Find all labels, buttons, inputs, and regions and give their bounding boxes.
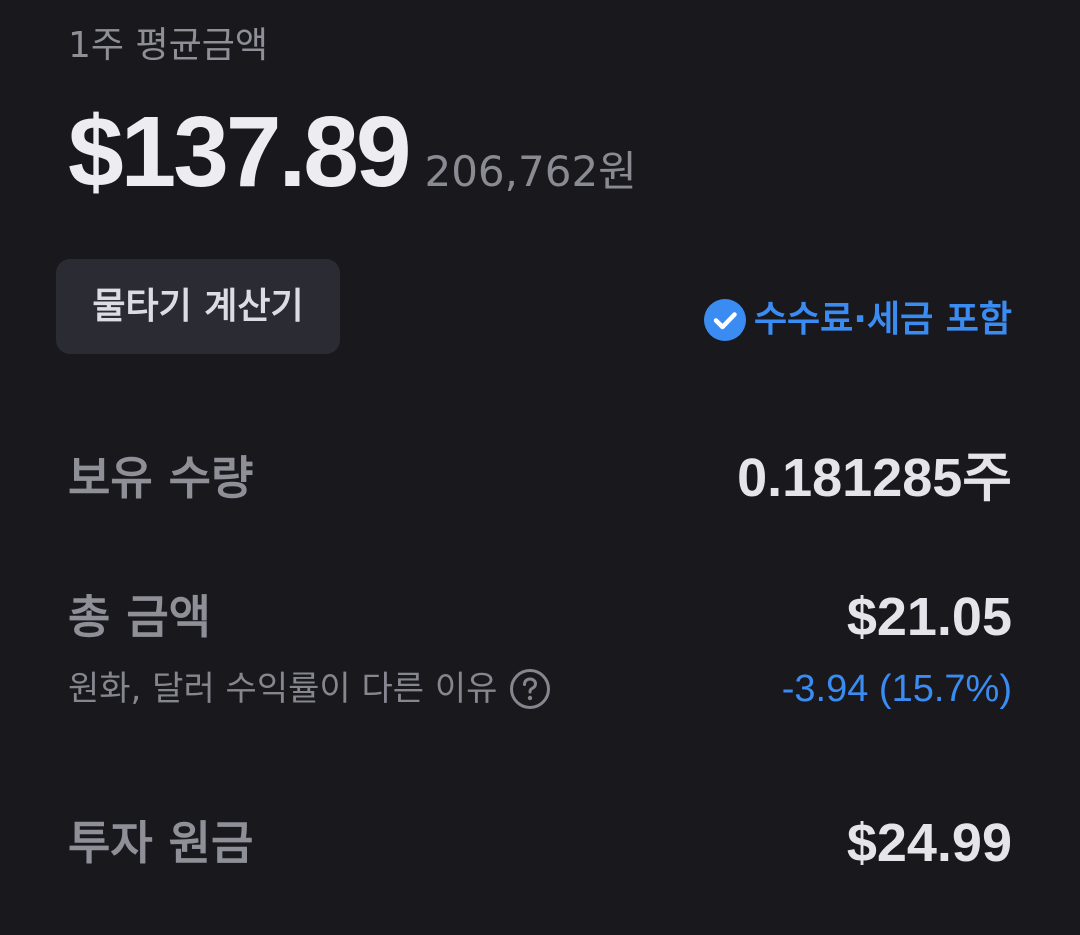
question-circle-icon[interactable] bbox=[509, 668, 551, 710]
quantity-label: 보유 수량 bbox=[68, 451, 254, 505]
quantity-value: 0.181285주 bbox=[737, 448, 1012, 508]
avg-price-row: $137.89 206,762원 bbox=[68, 98, 637, 206]
fx-return-note[interactable]: 원화, 달러 수익률이 다른 이유 bbox=[68, 666, 551, 712]
check-circle-icon bbox=[703, 299, 746, 341]
fee-tax-included-badge: 수수료·세금 포함 bbox=[703, 298, 1012, 342]
averaging-calculator-button[interactable]: 물타기 계산기 bbox=[56, 259, 340, 354]
avg-price-krw: 206,762원 bbox=[424, 147, 637, 196]
fee-tax-included-label: 수수료·세금 포함 bbox=[753, 299, 1012, 340]
holding-summary-screen: 1주 평균금액 $137.89 206,762원 물타기 계산기 수수료·세금 … bbox=[0, 0, 1080, 935]
avg-price-usd: $137.89 bbox=[68, 96, 411, 208]
fx-return-note-text: 원화, 달러 수익률이 다른 이유 bbox=[68, 669, 498, 709]
profit-loss-value: -3.94 (15.7%) bbox=[781, 668, 1012, 710]
total-amount-label: 총 금액 bbox=[68, 590, 211, 644]
principal-label: 투자 원금 bbox=[68, 816, 254, 870]
principal-value: $24.99 bbox=[846, 813, 1012, 873]
total-amount-value: $21.05 bbox=[846, 587, 1012, 647]
avg-price-label: 1주 평균금액 bbox=[68, 25, 268, 66]
